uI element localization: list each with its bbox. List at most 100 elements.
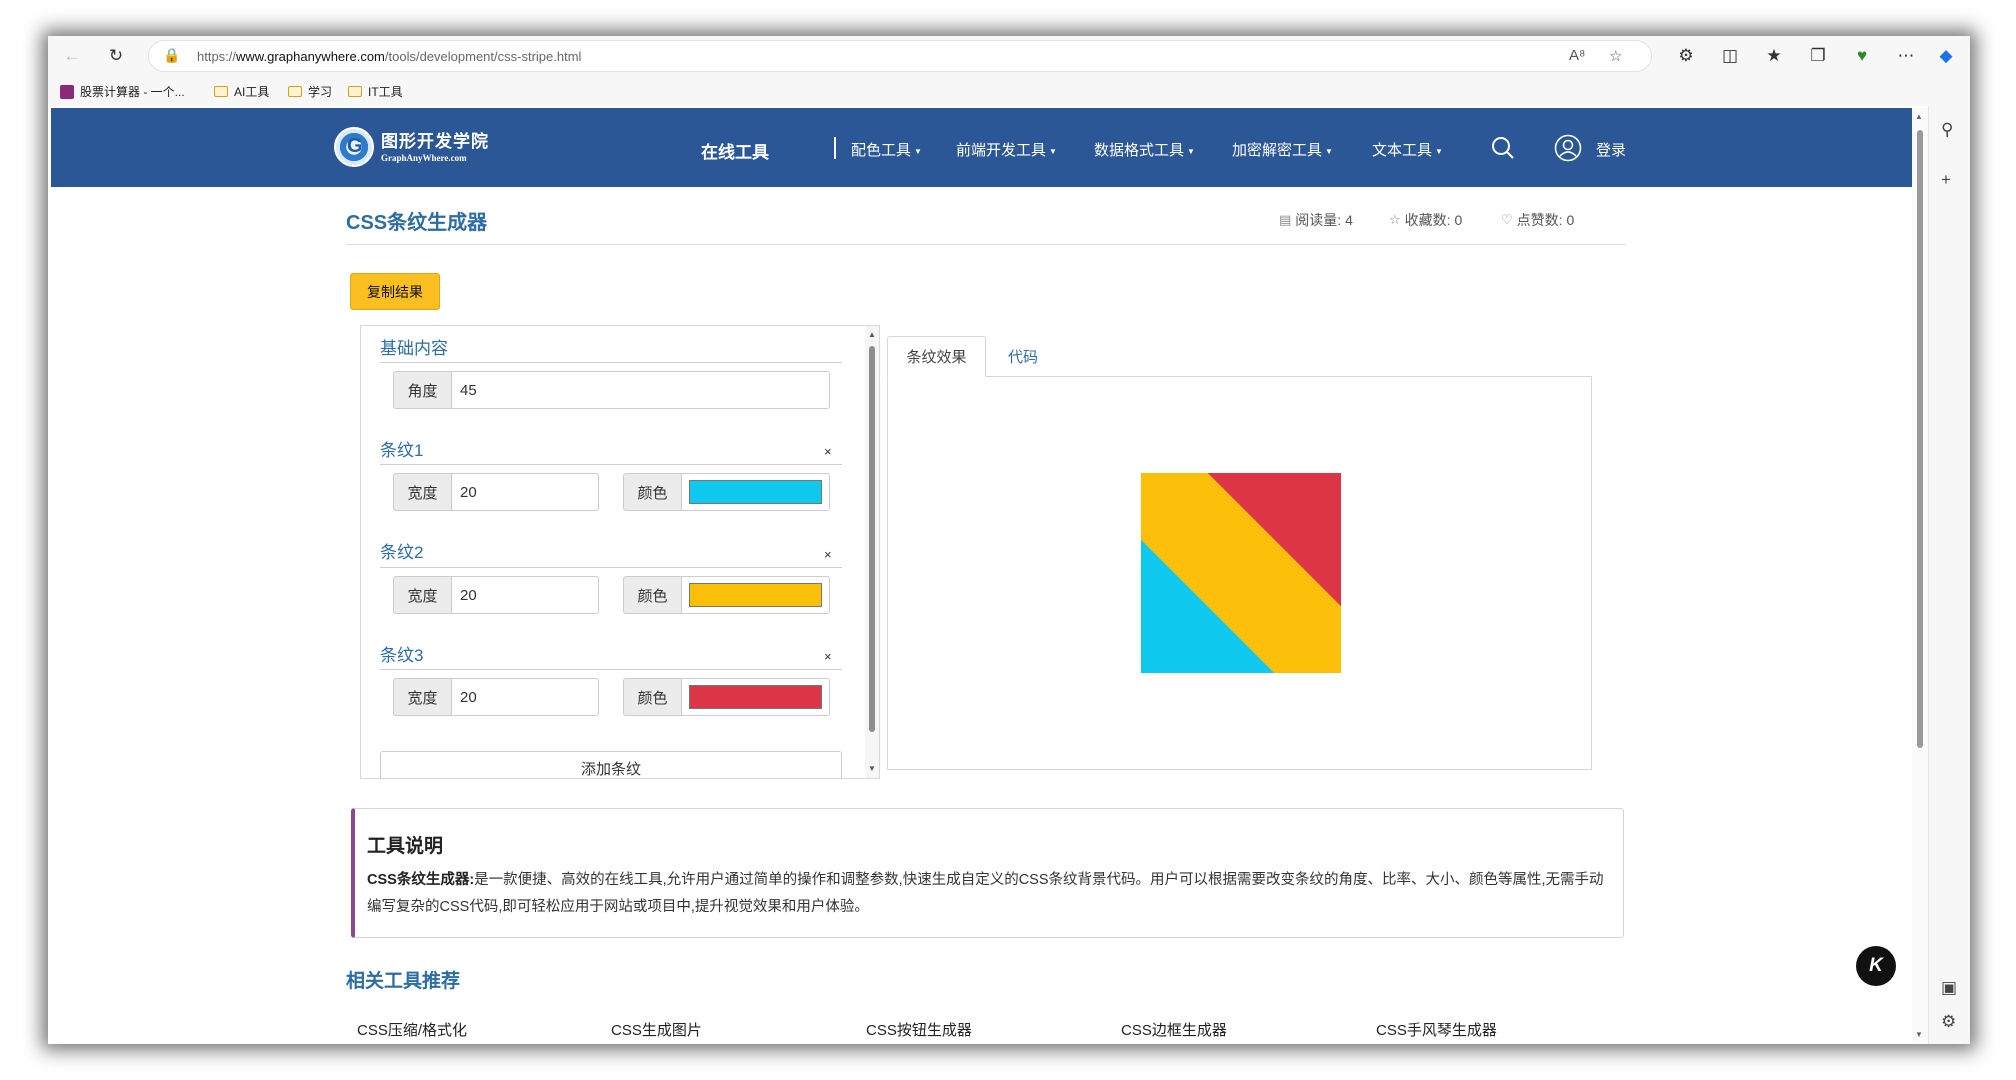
related-tool-link[interactable]: CSS边框生成器: [1121, 1019, 1227, 1040]
nav-frontend-tools[interactable]: 前端开发工具 ▼: [956, 139, 1057, 160]
lock-icon: 🔒: [163, 47, 181, 63]
stripe-3-width-input[interactable]: 20: [451, 678, 599, 716]
related-tool-link[interactable]: CSS按钮生成器: [866, 1019, 972, 1040]
page-scroll-thumb[interactable]: [1917, 130, 1923, 748]
stripe-settings-panel: 基础内容 角度 45 条纹1 × 宽度 20 颜色 条纹2 × 宽度 20 颜色…: [360, 325, 880, 779]
extensions-icon[interactable]: ⚙: [1674, 44, 1698, 68]
bookmark-study[interactable]: 学习: [288, 83, 332, 100]
nav-crypto-tools[interactable]: 加密解密工具 ▼: [1232, 139, 1333, 160]
tab-stripe-effect[interactable]: 条纹效果: [887, 336, 986, 377]
read-aloud-icon[interactable]: A⁸: [1569, 47, 1585, 64]
related-tools-title: 相关工具推荐: [346, 971, 461, 992]
caret-down-icon: ▼: [1435, 146, 1443, 156]
heart-icon: ♡: [1501, 212, 1513, 227]
bookmark-it-tools[interactable]: IT工具: [348, 83, 403, 100]
page-title: CSS条纹生成器: [346, 212, 488, 234]
stripe-1-title: 条纹1: [380, 441, 424, 460]
caret-down-icon: ▼: [914, 146, 922, 156]
like-count[interactable]: ♡ 点赞数: 0: [1501, 210, 1574, 230]
color-swatch: [689, 583, 822, 607]
settings-gear-icon[interactable]: ⚙: [1941, 1012, 1956, 1032]
tab-code[interactable]: 代码: [993, 336, 1053, 377]
site-logo-title[interactable]: 图形开发学院: [381, 127, 489, 152]
browser-essentials-icon[interactable]: ♥: [1850, 44, 1874, 68]
bookmark-ai-tools[interactable]: AI工具: [214, 83, 269, 100]
browser-toolbar: ← ↻ 🔒 https://www.graphanywhere.com/tool…: [48, 36, 1970, 76]
panel-scroll-thumb[interactable]: [869, 346, 875, 732]
bookmark-stock-calculator[interactable]: 股票计算器 - 一个...: [60, 83, 185, 100]
stripe-2-width-input[interactable]: 20: [451, 576, 599, 614]
nav-data-format-tools[interactable]: 数据格式工具 ▼: [1094, 139, 1195, 160]
caret-down-icon: ▼: [1187, 146, 1195, 156]
scroll-up-icon[interactable]: ▲: [868, 330, 876, 339]
page-scrollbar[interactable]: ▲ ▼: [1912, 108, 1928, 1044]
app-icon: [60, 84, 74, 99]
edge-sidebar: ⚲ + ▣ ⚙: [1928, 106, 1970, 1044]
search-icon[interactable]: [1491, 136, 1515, 160]
nav-text-tools[interactable]: 文本工具 ▼: [1372, 139, 1443, 160]
scroll-down-icon[interactable]: ▼: [1915, 1030, 1923, 1039]
plus-icon[interactable]: +: [1941, 170, 1951, 190]
remove-stripe-1-button[interactable]: ×: [824, 444, 832, 459]
related-tool-link[interactable]: CSS压缩/格式化: [357, 1019, 467, 1040]
stripe-preview: [1141, 473, 1341, 673]
scroll-down-icon[interactable]: ▼: [868, 764, 876, 773]
site-logo-icon[interactable]: G: [334, 127, 374, 167]
stripe-2-title: 条纹2: [380, 543, 424, 562]
copy-result-button[interactable]: 复制结果: [350, 273, 440, 310]
nav-divider: [834, 137, 836, 159]
remove-stripe-3-button[interactable]: ×: [824, 649, 832, 664]
section-divider: [380, 362, 842, 363]
favorite-count[interactable]: ☆ 收藏数: 0: [1389, 210, 1462, 230]
favorites-icon[interactable]: ★: [1762, 44, 1786, 68]
nav-color-tools[interactable]: 配色工具 ▼: [851, 139, 922, 160]
stripe-1-width-input[interactable]: 20: [451, 473, 599, 511]
user-icon[interactable]: [1554, 134, 1582, 162]
favorite-star-icon[interactable]: ☆: [1609, 47, 1622, 65]
collections-icon[interactable]: ❐: [1806, 44, 1830, 68]
refresh-icon[interactable]: ↻: [104, 44, 128, 68]
scroll-up-icon[interactable]: ▲: [1915, 112, 1923, 121]
description-title: 工具说明: [367, 836, 444, 857]
base-section-title: 基础内容: [380, 339, 448, 358]
color-label: 颜色: [623, 473, 681, 511]
back-icon[interactable]: ←: [60, 44, 84, 68]
floating-k-badge[interactable]: K: [1856, 946, 1896, 986]
login-link[interactable]: 登录: [1596, 139, 1626, 160]
star-icon: ☆: [1389, 212, 1401, 227]
section-divider: [380, 669, 842, 670]
stripe-3-color-picker[interactable]: [681, 678, 830, 716]
color-swatch: [689, 685, 822, 709]
nav-online-tools[interactable]: 在线工具: [701, 138, 769, 163]
copilot-icon[interactable]: ◆: [1934, 44, 1958, 68]
address-bar[interactable]: 🔒 https://www.graphanywhere.com/tools/de…: [148, 40, 1652, 72]
related-tool-link[interactable]: CSS生成图片: [611, 1019, 702, 1040]
folder-icon: [348, 86, 362, 97]
add-stripe-button[interactable]: 添加条纹: [380, 751, 842, 778]
remove-stripe-2-button[interactable]: ×: [824, 547, 832, 562]
panel-scrollbar[interactable]: ▲ ▼: [865, 326, 879, 778]
browser-window: ← ↻ 🔒 https://www.graphanywhere.com/tool…: [48, 36, 1970, 1044]
stripe-2-color-picker[interactable]: [681, 576, 830, 614]
caret-down-icon: ▼: [1325, 146, 1333, 156]
split-screen-icon[interactable]: ◫: [1718, 44, 1742, 68]
section-divider: [380, 567, 842, 568]
bookmarks-bar: 股票计算器 - 一个... AI工具 学习 IT工具: [48, 76, 1970, 106]
stripe-preview-area: [887, 376, 1592, 770]
tool-description: 工具说明 CSS条纹生成器:是一款便捷、高效的在线工具,允许用户通过简单的操作和…: [351, 808, 1624, 938]
screenshot-icon[interactable]: ▣: [1941, 978, 1957, 998]
related-tool-link[interactable]: CSS手风琴生成器: [1376, 1019, 1497, 1040]
width-label: 宽度: [393, 473, 451, 511]
width-label: 宽度: [393, 576, 451, 614]
angle-input[interactable]: 45: [451, 371, 830, 409]
more-menu-icon[interactable]: ⋯: [1894, 44, 1918, 68]
width-label: 宽度: [393, 678, 451, 716]
description-text: CSS条纹生成器:是一款便捷、高效的在线工具,允许用户通过简单的操作和调整参数,…: [367, 872, 1604, 915]
screen: ← ↻ 🔒 https://www.graphanywhere.com/tool…: [0, 0, 2016, 1080]
color-label: 颜色: [623, 678, 681, 716]
search-icon[interactable]: ⚲: [1941, 120, 1953, 140]
stripe-1-color-picker[interactable]: [681, 473, 830, 511]
web-page: G 图形开发学院 GraphAnyWhere.com 在线工具 配色工具 ▼ 前端…: [51, 108, 1912, 1044]
book-icon: ▤: [1279, 212, 1292, 227]
url-text[interactable]: https://www.graphanywhere.com/tools/deve…: [197, 49, 581, 64]
